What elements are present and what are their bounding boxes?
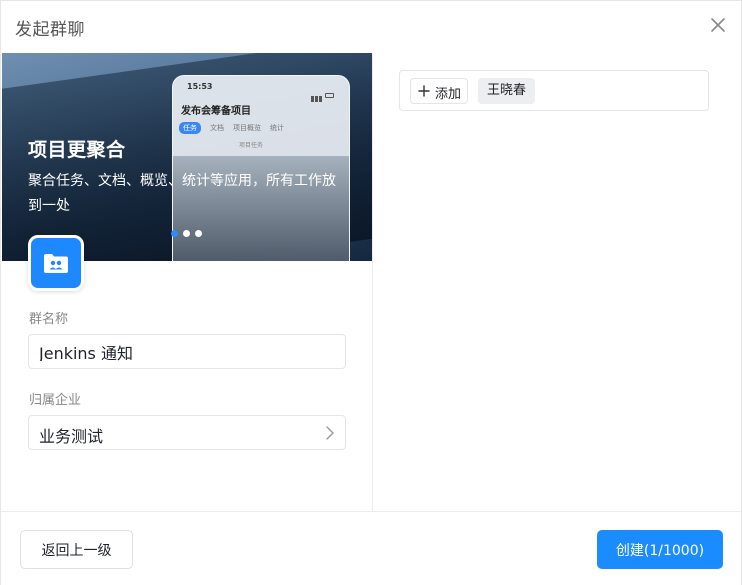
group-name-field[interactable] [28,334,346,369]
org-value: 业务测试 [39,427,104,446]
member-list: 添加 王晓春 [399,70,709,111]
carousel-dot-2[interactable] [183,230,190,237]
org-select[interactable]: 业务测试 [28,415,346,450]
add-member-label: 添加 [435,86,462,101]
chevron-right-icon [325,426,335,440]
create-group-dialog: 发起群聊 15:53 发布会筹备项目 任务 文档 项目概览 统计 项目任务 项目更聚合… [0,0,742,585]
group-name-label: 群名称 [29,312,69,327]
banner-heading: 项目更聚合 [28,139,126,161]
members-panel: 添加 王晓春 [372,53,742,511]
phone-status-icon [311,83,337,102]
phone-tab: 任务 [179,122,201,134]
banner-description: 聚合任务、文档、概览、统计等应用，所有工作放到一处 [28,173,336,214]
phone-subtitle: 项目任务 [239,142,264,149]
phone-tab: 统计 [270,124,284,132]
phone-tabs: 任务 文档 项目概览 统计 [179,122,293,134]
group-info-panel: 15:53 发布会筹备项目 任务 文档 项目概览 统计 项目任务 项目更聚合 聚合任务… [2,53,372,511]
group-folder-icon [44,254,68,273]
create-button[interactable]: 创建(1/1000) [597,530,723,569]
dialog-footer: 返回上一级 创建(1/1000) [1,511,741,585]
close-icon[interactable] [709,16,727,34]
back-button[interactable]: 返回上一级 [20,530,133,569]
carousel-dots [171,230,207,238]
carousel-dot-1[interactable] [171,230,178,237]
dialog-title: 发起群聊 [15,20,85,40]
add-member-button[interactable]: 添加 [410,78,468,104]
plus-icon [418,85,430,97]
org-label: 归属企业 [29,393,82,408]
phone-tab: 文档 [210,124,224,132]
carousel-dot-3[interactable] [195,230,202,237]
group-avatar[interactable] [28,235,84,291]
phone-project-title: 发布会筹备项目 [181,106,251,117]
group-name-input[interactable] [39,342,329,361]
phone-tab: 项目概览 [233,124,261,132]
phone-time: 15:53 [187,82,213,91]
feature-banner: 15:53 发布会筹备项目 任务 文档 项目概览 统计 项目任务 项目更聚合 聚合任务… [2,53,372,261]
member-tag[interactable]: 王晓春 [478,78,536,104]
